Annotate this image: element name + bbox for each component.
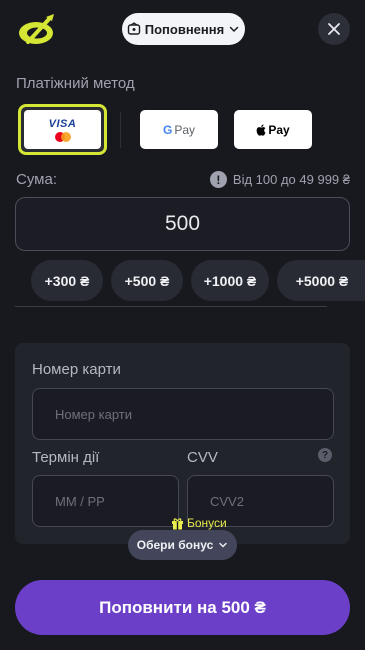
quick-amount-500[interactable]: +500 ₴ bbox=[111, 260, 183, 301]
expiry-label: Термін дії bbox=[32, 449, 100, 466]
google-pay-option[interactable]: G Pay bbox=[140, 110, 218, 149]
header-title: Поповнення bbox=[144, 21, 225, 37]
chevron-down-icon bbox=[229, 26, 239, 33]
wallet-icon bbox=[127, 22, 140, 35]
card-number-field[interactable] bbox=[32, 388, 334, 440]
bonus-tag: Бонуси bbox=[171, 516, 227, 530]
visa-logo: VISA bbox=[48, 117, 77, 130]
quick-amount-1000[interactable]: +1000 ₴ bbox=[191, 260, 269, 301]
amount-value: 500 bbox=[164, 212, 201, 235]
help-icon[interactable]: ? bbox=[318, 448, 332, 462]
deposit-dropdown[interactable]: Поповнення bbox=[122, 13, 245, 45]
close-button[interactable] bbox=[318, 13, 350, 45]
google-pay-label: Pay bbox=[174, 122, 196, 137]
cvv-label: CVV bbox=[187, 449, 218, 466]
info-icon[interactable]: ! bbox=[209, 171, 227, 188]
mastercard-icon bbox=[54, 131, 71, 142]
visa-mastercard-option[interactable]: VISA bbox=[18, 104, 107, 155]
brand-logo bbox=[16, 12, 62, 46]
apple-pay-label: Pay bbox=[268, 122, 290, 137]
quick-amount-scrollbar[interactable] bbox=[15, 306, 327, 307]
card-number-label: Номер карти bbox=[32, 361, 121, 378]
chevron-down-icon bbox=[219, 542, 227, 548]
amount-input[interactable]: 500 bbox=[15, 197, 350, 251]
payment-method-label: Платіжний метод bbox=[16, 75, 135, 92]
amount-range: ! Від 100 до 49 999 ₴ bbox=[209, 171, 350, 188]
quick-amount-300[interactable]: +300 ₴ bbox=[31, 260, 103, 301]
amount-label: Сума: bbox=[16, 171, 57, 188]
gift-icon bbox=[172, 517, 183, 529]
deposit-screen: Поповнення Платіжний метод VISA G Pay Pa… bbox=[0, 0, 365, 650]
apple-icon bbox=[256, 124, 266, 136]
quick-amount-5000[interactable]: +5000 ₴ bbox=[277, 260, 365, 301]
expiry-field[interactable] bbox=[32, 475, 179, 527]
choose-bonus-button[interactable]: Обери бонус bbox=[128, 530, 237, 560]
close-icon bbox=[328, 23, 340, 35]
amount-range-text: Від 100 до 49 999 ₴ bbox=[232, 172, 350, 187]
submit-deposit-button[interactable]: Поповнити на 500 ₴ bbox=[15, 580, 350, 635]
google-icon: G bbox=[162, 122, 173, 137]
choose-bonus-label: Обери бонус bbox=[136, 538, 214, 552]
apple-pay-option[interactable]: Pay bbox=[234, 110, 312, 149]
bonus-tag-label: Бонуси bbox=[187, 516, 227, 530]
methods-divider bbox=[120, 112, 121, 148]
